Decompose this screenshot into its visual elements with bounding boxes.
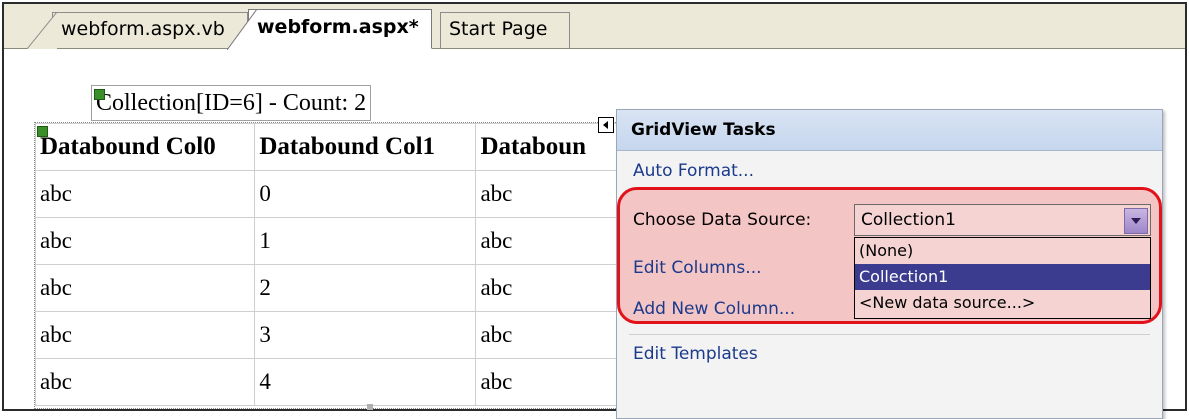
grid-cell: abc (35, 264, 256, 312)
grid-cell: abc (35, 358, 256, 406)
grid-header-cell: Databound Col0 (35, 123, 256, 171)
gridview-tasks-panel: GridView Tasks Auto Format... Choose Dat… (616, 109, 1163, 419)
grid-cell: abc (475, 358, 623, 406)
tab-webform-aspx[interactable]: webform.aspx* (227, 9, 432, 50)
collection-label-text: Collection[ID=6] - Count: 2 (96, 90, 367, 116)
choose-data-source-label: Choose Data Source: (633, 210, 812, 230)
control-glyph-icon (37, 126, 48, 137)
tab-label: webform.aspx.vb (61, 18, 225, 40)
grid-cell: 2 (254, 264, 477, 312)
resize-handle[interactable] (367, 404, 373, 410)
dropdown-button[interactable] (1124, 208, 1148, 234)
edit-templates-link[interactable]: Edit Templates (633, 344, 758, 364)
edit-columns-link[interactable]: Edit Columns... (633, 258, 762, 278)
grid-cell: abc (35, 311, 256, 359)
grid-cell: abc (475, 311, 623, 359)
grid-cell: 4 (254, 358, 477, 406)
gridview-control[interactable]: Databound Col0 Databound Col1 Databoun a… (34, 122, 624, 409)
divider (629, 334, 1150, 335)
control-glyph-icon (94, 89, 105, 100)
table-row: abc 1 abc (35, 217, 623, 265)
grid-cell: 1 (254, 217, 477, 265)
grid-cell: 3 (254, 311, 477, 359)
add-new-column-link[interactable]: Add New Column... (633, 299, 795, 319)
chevron-down-icon (1131, 218, 1141, 224)
data-source-selected-value: Collection1 (861, 210, 956, 230)
grid-cell: abc (35, 170, 256, 218)
tab-label: webform.aspx* (257, 16, 419, 38)
gridview-table: Databound Col0 Databound Col1 Databoun a… (35, 123, 623, 406)
dropdown-option-none[interactable]: (None) (855, 238, 1150, 264)
tab-label: Start Page (449, 18, 548, 40)
auto-format-link[interactable]: Auto Format... (633, 161, 754, 181)
dropdown-option-collection1[interactable]: Collection1 (855, 264, 1150, 290)
smart-tag-collapse-button[interactable] (598, 117, 614, 133)
designer-window: webform.aspx.vb webform.aspx* Start Page… (2, 2, 1187, 419)
dropdown-option-new-data-source[interactable]: <New data source...> (855, 290, 1150, 316)
grid-cell: abc (475, 217, 623, 265)
grid-cell: abc (35, 217, 256, 265)
panel-title: GridView Tasks (617, 110, 1162, 151)
table-row: abc 4 abc (35, 358, 623, 406)
table-row: abc 0 abc (35, 170, 623, 218)
grid-cell: 0 (254, 170, 477, 218)
design-surface: Collection[ID=6] - Count: 2 Databound Co… (4, 49, 1185, 419)
collection-control[interactable]: Collection[ID=6] - Count: 2 (91, 85, 372, 121)
grid-header-row: Databound Col0 Databound Col1 Databoun (35, 123, 623, 171)
tab-start-page[interactable]: Start Page (440, 12, 570, 48)
document-tab-strip: webform.aspx.vb webform.aspx* Start Page (4, 4, 1185, 50)
tab-webform-aspx-vb[interactable]: webform.aspx.vb (27, 12, 248, 49)
grid-header-cell: Databound Col1 (254, 123, 477, 171)
grid-cell: abc (475, 170, 623, 218)
tab-slant-icon (27, 12, 57, 49)
data-source-select[interactable]: Collection1 (854, 204, 1151, 236)
data-source-dropdown-list: (None) Collection1 <New data source...> (854, 237, 1151, 319)
table-row: abc 2 abc (35, 264, 623, 312)
grid-cell: abc (475, 264, 623, 312)
triangle-left-icon (603, 121, 608, 129)
table-row: abc 3 abc (35, 311, 623, 359)
tab-slant-icon (227, 9, 257, 50)
